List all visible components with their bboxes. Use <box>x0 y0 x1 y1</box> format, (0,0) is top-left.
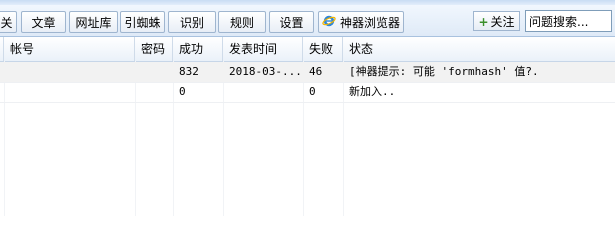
tab-rules[interactable]: 规则 <box>218 11 266 33</box>
cell-account <box>4 62 135 82</box>
cell-status: [神器提示: 可能 'formhash' 值?. <box>349 65 539 78</box>
table-row[interactable]: 0 0 新加入.. <box>0 82 615 103</box>
cell-success: 0 <box>179 85 186 98</box>
tab-label: 识别 <box>179 16 204 30</box>
tab-label: 关 <box>0 16 13 30</box>
column-header-password[interactable]: 密码 <box>135 37 173 61</box>
cell-post-time: 2018-03-... <box>229 65 302 78</box>
cell-status: 新加入.. <box>349 85 396 98</box>
tab-bar: 关 文章 网址库 引蜘蛛 识别 规则 设置 神器浏览器 + 关注 <box>0 0 615 37</box>
cell-fail: 0 <box>309 85 316 98</box>
accounts-table: 帐号 密码 成功 发表时间 失败 状态 832 2018-03-... 46 [… <box>0 37 615 216</box>
tab-articles[interactable]: 文章 <box>21 11 66 33</box>
cell-account <box>4 82 135 102</box>
tab-spider[interactable]: 引蜘蛛 <box>120 11 165 33</box>
tab-url-library[interactable]: 网址库 <box>69 11 118 33</box>
tab-recognize[interactable]: 识别 <box>168 11 216 33</box>
column-header-status[interactable]: 状态 <box>343 37 615 61</box>
table-header: 帐号 密码 成功 发表时间 失败 状态 <box>0 37 615 62</box>
follow-label: 关注 <box>490 15 515 29</box>
tab-bar-top-strip <box>0 0 615 5</box>
tab-settings[interactable]: 设置 <box>269 11 314 33</box>
tab-about[interactable]: 关 <box>0 11 17 33</box>
cell-post-time <box>223 82 303 102</box>
column-header-success[interactable]: 成功 <box>173 37 223 61</box>
search-input[interactable] <box>525 10 612 32</box>
tab-label: 文章 <box>31 16 56 30</box>
plus-icon: + <box>478 15 489 29</box>
cell-fail: 46 <box>309 65 323 78</box>
tab-label: 设置 <box>279 16 304 30</box>
column-header-fail[interactable]: 失败 <box>303 37 343 61</box>
cell-success: 832 <box>179 65 199 78</box>
cell-password <box>135 82 173 102</box>
column-header-account[interactable]: 帐号 <box>4 37 135 61</box>
tab-label: 神器浏览器 <box>339 16 400 30</box>
cell-password <box>135 62 173 82</box>
tab-label: 引蜘蛛 <box>124 16 161 30</box>
follow-button[interactable]: + 关注 <box>473 11 520 31</box>
table-row[interactable]: 832 2018-03-... 46 [神器提示: 可能 'formhash' … <box>0 62 615 83</box>
browser-e-icon <box>322 13 336 35</box>
tab-label: 规则 <box>229 16 254 30</box>
tab-label: 网址库 <box>75 16 112 30</box>
tab-browser[interactable]: 神器浏览器 <box>318 11 404 33</box>
column-header-post-time[interactable]: 发表时间 <box>223 37 303 61</box>
